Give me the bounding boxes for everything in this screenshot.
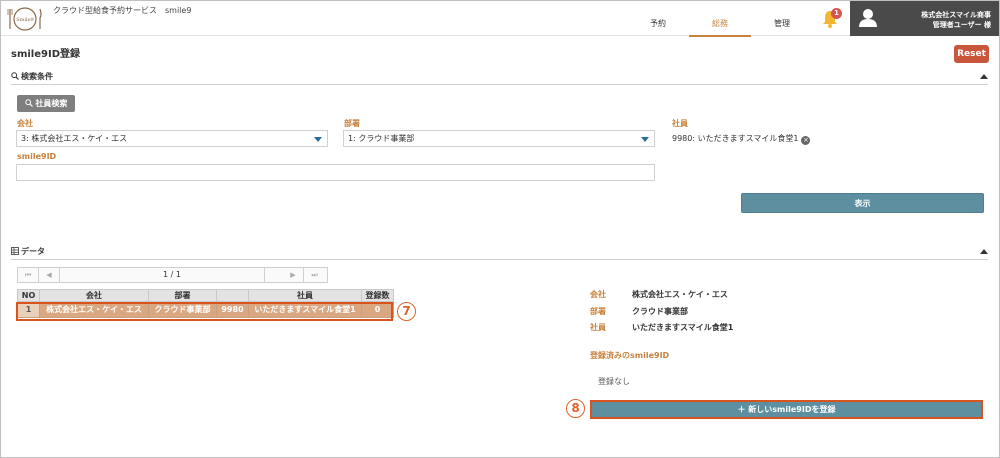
callout-marker-8: 8 <box>566 399 585 418</box>
table-icon <box>11 247 19 255</box>
data-section-label: データ <box>21 247 45 256</box>
callout-marker-7: 7 <box>397 302 416 321</box>
detail-company-value: 株式会社エス・ケイ・エス <box>632 290 728 299</box>
column-header-company[interactable]: 会社 <box>39 289 149 302</box>
company-select[interactable]: 3: 株式会社エス・ケイ・エス <box>16 130 328 147</box>
collapse-icon[interactable] <box>980 74 988 79</box>
reset-button[interactable]: Reset <box>954 45 989 63</box>
column-header-department[interactable]: 部署 <box>148 289 217 302</box>
chevron-down-icon <box>641 137 649 142</box>
user-company: 株式会社スマイル商事 <box>921 11 991 19</box>
search-section-header[interactable]: 検索条件 <box>11 71 988 85</box>
app-frame <box>0 0 1000 458</box>
nav-tab-admin[interactable]: 管理 <box>751 18 813 37</box>
next-page-icon[interactable]: ▶ <box>283 268 304 282</box>
search-icon <box>24 99 33 107</box>
employee-search-label: 社員検索 <box>35 99 68 108</box>
employee-value-text: 9980: いただきますスマイル食堂1 <box>672 134 799 143</box>
table-header-row: NO 会社 部署 社員 登録数 <box>17 289 394 302</box>
prev-page-icon[interactable]: ◀ <box>39 268 60 282</box>
service-name: クラウド型給食予約サービス smile9 <box>53 6 192 15</box>
app-logo[interactable]: Smile9 <box>7 6 43 32</box>
nav-tab-general-affairs[interactable]: 総務 <box>689 18 751 37</box>
detail-department-value: クラウド事業部 <box>632 307 688 316</box>
user-menu[interactable]: 株式会社スマイル商事 管理者ユーザー 様 <box>850 1 999 36</box>
show-button[interactable]: 表示 <box>741 193 984 213</box>
employee-value: 9980: いただきますスマイル食堂1 × <box>672 133 811 145</box>
data-section-title: データ <box>11 246 45 257</box>
data-section-header[interactable]: データ <box>11 246 988 260</box>
department-label: 部署 <box>344 119 360 128</box>
employee-label: 社員 <box>672 119 688 128</box>
chevron-down-icon <box>314 137 322 142</box>
clear-icon[interactable]: × <box>801 136 811 145</box>
row-highlight-outline <box>16 302 393 321</box>
register-new-smile9id-button[interactable]: ＋ 新しいsmile9IDを登録 <box>590 400 983 419</box>
detail-company-label: 会社 <box>590 290 606 299</box>
nav-tab-label: 管理 <box>774 19 790 28</box>
employee-search-button[interactable]: 社員検索 <box>17 95 75 112</box>
registered-ids-empty: 登録なし <box>598 377 630 386</box>
user-avatar-icon <box>858 8 878 28</box>
column-header-code[interactable] <box>216 289 249 302</box>
nav-tab-reservation[interactable]: 予約 <box>627 18 689 37</box>
department-select[interactable]: 1: クラウド事業部 <box>343 130 655 147</box>
column-header-no[interactable]: NO <box>17 289 40 302</box>
search-section-title: 検索条件 <box>11 71 53 82</box>
smile9id-label: smile9ID <box>17 152 57 161</box>
last-page-icon[interactable]: ⏭ <box>304 268 325 282</box>
column-header-count[interactable]: 登録数 <box>361 289 394 302</box>
smile9id-input[interactable] <box>16 164 655 181</box>
detail-employee-label: 社員 <box>590 323 606 332</box>
department-select-value: 1: クラウド事業部 <box>348 134 415 143</box>
registered-ids-label: 登録済みのsmile9ID <box>590 351 670 360</box>
search-section-label: 検索条件 <box>21 72 53 81</box>
detail-employee-value: いただきますスマイル食堂1 <box>632 323 734 332</box>
column-header-employee[interactable]: 社員 <box>248 289 362 302</box>
nav-tab-label: 予約 <box>650 19 666 28</box>
page-info: 1 / 1 <box>80 268 265 282</box>
logo-text: Smile9 <box>16 17 34 23</box>
user-name: 管理者ユーザー 様 <box>932 21 991 29</box>
notification-badge: 1 <box>831 8 842 19</box>
nav-tab-label: 総務 <box>712 19 728 28</box>
top-header: Smile9 クラウド型給食予約サービス smile9 予約 総務 管理 1 株… <box>1 1 999 37</box>
page-title: smile9ID登録 <box>11 49 80 60</box>
detail-department-label: 部署 <box>590 307 606 316</box>
company-select-value: 3: 株式会社エス・ケイ・エス <box>21 134 128 143</box>
company-label: 会社 <box>17 119 33 128</box>
first-page-icon[interactable]: ⏮ <box>18 268 39 282</box>
pager: ⏮ ◀ 1 / 1 ▶ ⏭ <box>17 267 328 283</box>
search-icon <box>11 72 19 80</box>
collapse-icon[interactable] <box>980 249 988 254</box>
